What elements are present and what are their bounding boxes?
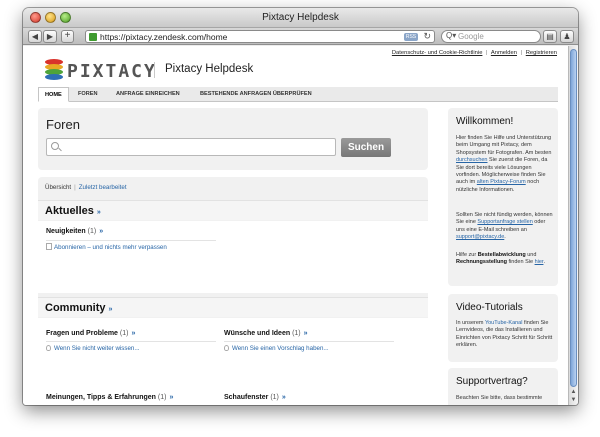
search-icon (51, 142, 59, 150)
reload-icon[interactable]: ↻ (423, 31, 431, 42)
privacy-link[interactable]: Datenschutz- und Cookie-Richtlinie (392, 50, 483, 56)
video-tutorials-panel: Video-Tutorials In unserem YouTube-Kanal… (448, 294, 558, 362)
divider (224, 341, 394, 342)
recently-edited-link[interactable]: Zuletzt bearbeitet (79, 184, 127, 191)
back-arrow-icon: ◀ (31, 32, 39, 41)
category-meinungen-tipps[interactable]: Meinungen, Tipps & Erfahrungen (1)» (46, 394, 173, 401)
print-button[interactable]: ▤ (543, 30, 557, 43)
youtube-channel-link[interactable]: YouTube-Kanal (485, 320, 523, 326)
welcome-paragraph-2: Sollten Sie nicht fündig werden, können … (456, 212, 553, 241)
support-contract-panel: Supportvertrag? Beachten Sie bitte, dass… (448, 368, 558, 405)
overview-link[interactable]: Übersicht (45, 184, 71, 191)
subnav-separator: | (74, 184, 76, 191)
logo-wordmark: PIXTACY (67, 61, 157, 82)
forums-subnav: Übersicht | Zuletzt bearbeitet (45, 184, 127, 191)
search-button[interactable]: Suchen (341, 138, 391, 157)
forward-button[interactable]: ▶ (43, 30, 57, 43)
section-header-community: Community» (38, 297, 428, 317)
topic-link[interactable]: Abonnieren – und nichts mehr verpassen (46, 243, 167, 251)
topic-link[interactable]: Wenn Sie einen Vorschlag haben... (224, 345, 329, 352)
section-title-community[interactable]: Community» (45, 302, 112, 314)
tab-foren[interactable]: FOREN (72, 87, 104, 102)
scroll-down-icon[interactable]: ▼ (569, 397, 578, 404)
add-bookmark-button[interactable]: + (61, 30, 74, 43)
title-bar: Pixtacy Helpdesk (23, 8, 578, 28)
plus-icon: + (64, 30, 71, 41)
topic-link[interactable]: Wenn Sie nicht weiter wissen... (46, 345, 140, 352)
back-button[interactable]: ◀ (28, 30, 42, 43)
lightbulb-icon (46, 345, 51, 351)
rss-icon[interactable]: RSS (404, 33, 418, 41)
category-neuigkeiten[interactable]: Neuigkeiten (1)» (46, 228, 103, 235)
divider (46, 240, 216, 241)
section-header-aktuelles: Aktuelles» (38, 200, 428, 220)
printer-icon: ▤ (546, 32, 554, 41)
video-tutorials-text: In unserem YouTube-Kanal finden Sie Lern… (456, 320, 553, 349)
video-tutorials-title: Video-Tutorials (456, 302, 523, 313)
vertical-scrollbar[interactable]: ▲ ▼ (568, 46, 578, 405)
account-links: Datenschutz- und Cookie-Richtlinie | Anm… (392, 50, 557, 56)
forums-search-input[interactable] (46, 138, 336, 156)
old-forum-link[interactable]: alten Pixtacy-Forum (477, 179, 526, 185)
login-link[interactable]: Anmelden (491, 50, 517, 56)
category-schaufenster[interactable]: Schaufenster (1)» (224, 394, 286, 401)
support-contract-title: Supportvertrag? (456, 376, 528, 387)
browser-search-placeholder: Google (458, 32, 484, 41)
link-separator: | (486, 50, 488, 56)
scroll-up-icon[interactable]: ▲ (569, 389, 578, 396)
welcome-title: Willkommen! (456, 116, 514, 127)
lightbulb-icon (224, 345, 229, 351)
document-icon (46, 243, 52, 250)
web-page: Datenschutz- und Cookie-Richtlinie | Anm… (23, 46, 568, 405)
register-link[interactable]: Registrieren (526, 50, 557, 56)
forums-search-panel: Foren Suchen (38, 108, 428, 170)
screenshot-stage: Pixtacy Helpdesk ◀ ▶ + https://pixtacy.z… (0, 0, 600, 437)
section-title-aktuelles[interactable]: Aktuelles» (45, 205, 101, 217)
search-engine-icon: Q▾ (446, 31, 457, 40)
search-link[interactable]: durchsuchen (456, 157, 488, 163)
bookmarks-menu-button[interactable]: ♟ (560, 30, 574, 43)
welcome-paragraph-3: Hilfe zur Bestellabwicklung und Rechnung… (456, 252, 545, 266)
address-bar[interactable]: https://pixtacy.zendesk.com/home RSS ↻ (85, 30, 435, 43)
address-bar-url: https://pixtacy.zendesk.com/home (100, 32, 228, 42)
forums-list-panel: Übersicht | Zuletzt bearbeitet Aktuelles» … (38, 177, 428, 405)
person-icon: ♟ (563, 32, 571, 41)
section-body-aktuelles: Neuigkeiten (1)» Abonnieren – und nichts… (38, 221, 428, 293)
support-email-link[interactable]: support@pixtacy.de (456, 234, 504, 240)
site-favicon-icon (89, 33, 97, 41)
support-request-link[interactable]: Supportanfrage stellen (477, 219, 532, 225)
forward-arrow-icon: ▶ (46, 32, 54, 41)
helpdesk-title: Pixtacy Helpdesk (165, 63, 254, 75)
forums-title: Foren (46, 117, 80, 132)
welcome-paragraph-1: Hier finden Sie Hilfe und Unterstützung … (456, 135, 552, 193)
scrollbar-thumb[interactable] (570, 49, 577, 387)
tab-bestehende-anfragen[interactable]: BESTEHENDE ANFRAGEN ÜBERPRÜFEN (194, 87, 318, 102)
browser-toolbar: ◀ ▶ + https://pixtacy.zendesk.com/home R… (23, 28, 578, 45)
category-fragen-und-probleme[interactable]: Fragen und Probleme (1)» (46, 330, 135, 337)
support-contract-text: Beachten Sie bitte, dass bestimmte (456, 395, 543, 401)
brand-divider (154, 62, 155, 78)
link-separator: | (520, 50, 523, 56)
category-wuensche-und-ideen[interactable]: Wünsche und Ideen (1)» (224, 330, 308, 337)
browser-search-field[interactable]: Q▾ Google (441, 30, 541, 43)
tab-home[interactable]: HOME (38, 87, 69, 102)
tab-anfrage-einreichen[interactable]: ANFRAGE EINREICHEN (110, 87, 186, 102)
browser-window: Pixtacy Helpdesk ◀ ▶ + https://pixtacy.z… (23, 8, 578, 405)
welcome-panel: Willkommen! Hier finden Sie Hilfe und Un… (448, 108, 558, 286)
section-body-community: Fragen und Probleme (1)» Wenn Sie nicht … (38, 318, 428, 405)
main-nav: HOME FOREN ANFRAGE EINREICHEN BESTEHENDE… (38, 87, 558, 102)
window-title: Pixtacy Helpdesk (262, 12, 339, 23)
logo-stack-icon (45, 59, 63, 81)
divider (46, 341, 216, 342)
